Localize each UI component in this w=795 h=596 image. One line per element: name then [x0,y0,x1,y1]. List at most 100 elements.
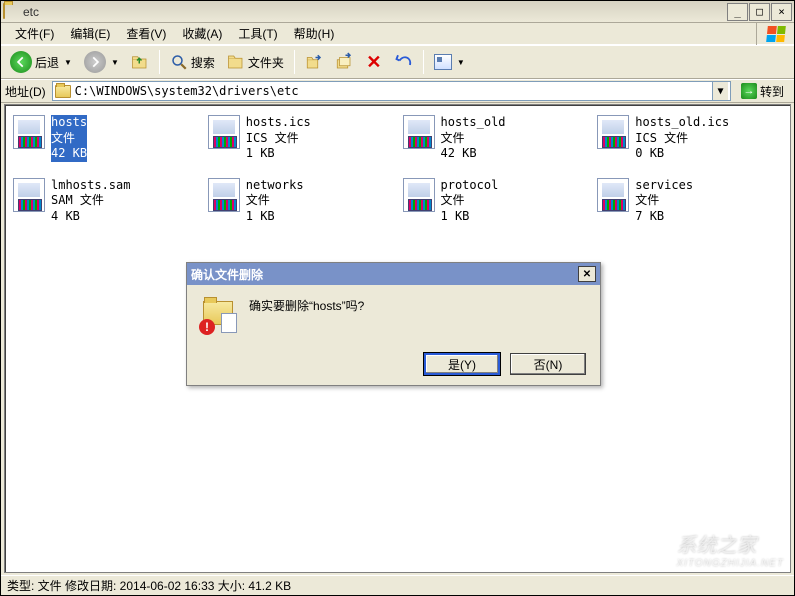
file-item[interactable]: protocol文件1 KB [403,178,588,225]
file-icon [208,115,240,149]
window-controls: _ □ × [726,3,792,21]
file-info: services文件7 KB [635,178,693,225]
close-button[interactable]: × [771,3,792,21]
file-type: 文件 [441,193,499,209]
dialog-close-button[interactable]: ✕ [578,266,596,282]
file-icon [403,115,435,149]
back-button[interactable]: 后退 ▼ [5,48,77,76]
menu-bar: 文件(F) 编辑(E) 查看(V) 收藏(A) 工具(T) 帮助(H) [1,23,794,45]
file-info: lmhosts.samSAM 文件4 KB [51,178,130,225]
delete-x-icon: ✕ [365,53,383,71]
window-title: etc [23,5,726,19]
undo-icon [395,53,413,71]
chevron-down-icon: ▼ [64,58,72,67]
file-icon [403,178,435,212]
file-type: 文件 [51,131,87,147]
menu-view[interactable]: 查看(V) [118,23,174,44]
file-name: hosts_old.ics [635,115,729,131]
move-to-button[interactable] [300,48,328,76]
file-type: 文件 [441,131,506,147]
minimize-button[interactable]: _ [727,3,748,21]
file-info: hosts文件42 KB [51,115,87,162]
menu-help[interactable]: 帮助(H) [286,23,343,44]
file-info: hosts_old文件42 KB [441,115,506,162]
file-type: ICS 文件 [246,131,311,147]
toolbar-separator [159,50,160,74]
file-name: protocol [441,178,499,194]
folder-up-icon [131,53,149,71]
folders-button[interactable]: 文件夹 [222,48,289,76]
status-text: 类型: 文件 修改日期: 2014-06-02 16:33 大小: 41.2 K… [7,577,291,594]
no-label: 否(N) [534,356,563,373]
chevron-down-icon: ▼ [457,58,465,67]
file-size: 0 KB [635,146,729,162]
title-bar: etc _ □ × [1,1,794,23]
file-size: 1 KB [246,209,304,225]
file-name: networks [246,178,304,194]
yes-label: 是(Y) [448,356,476,373]
back-arrow-icon [10,51,32,73]
folder-icon [55,85,71,98]
watermark-url: XITONGZHIJIA.NET [677,558,785,569]
search-label: 搜索 [191,54,215,71]
search-button[interactable]: 搜索 [165,48,220,76]
file-item[interactable]: hosts文件42 KB [13,115,198,162]
views-icon [434,54,452,70]
chevron-down-icon: ▼ [111,58,119,67]
status-bar: 类型: 文件 修改日期: 2014-06-02 16:33 大小: 41.2 K… [1,575,794,595]
file-type: 文件 [246,193,304,209]
file-size: 1 KB [441,209,499,225]
file-item[interactable]: hosts.icsICS 文件1 KB [208,115,393,162]
delete-button[interactable]: ✕ [360,48,388,76]
yes-button[interactable]: 是(Y) [424,353,500,375]
file-size: 1 KB [246,146,311,162]
menu-tools[interactable]: 工具(T) [230,23,285,44]
copy-to-button[interactable] [330,48,358,76]
address-path: C:\WINDOWS\system32\drivers\etc [75,84,299,98]
file-name: hosts [51,115,87,131]
no-button[interactable]: 否(N) [510,353,586,375]
copy-to-icon [335,53,353,71]
file-size: 42 KB [441,146,506,162]
watermark-brand: 系统之家 [677,535,757,557]
folders-icon [227,53,245,71]
dialog-title-bar[interactable]: 确认文件删除 ✕ [187,263,600,285]
dialog-message: 确实要删除“hosts”吗? [249,297,364,314]
views-button[interactable]: ▼ [429,48,470,76]
toolbar-separator [294,50,295,74]
go-arrow-icon: → [741,83,757,99]
file-info: hosts.icsICS 文件1 KB [246,115,311,162]
forward-button[interactable]: ▼ [79,48,124,76]
forward-arrow-icon [84,51,106,73]
dialog-title: 确认文件删除 [191,266,263,283]
address-dropdown-button[interactable]: ▼ [712,82,728,100]
maximize-button[interactable]: □ [749,3,770,21]
dialog-buttons: 是(Y) 否(N) [424,353,586,375]
confirm-delete-dialog: 确认文件删除 ✕ ! 确实要删除“hosts”吗? 是(Y) 否(N) [186,262,601,386]
file-name: services [635,178,693,194]
file-item[interactable]: services文件7 KB [597,178,782,225]
menu-favorites[interactable]: 收藏(A) [174,23,230,44]
file-size: 7 KB [635,209,693,225]
file-type: 文件 [635,193,693,209]
address-field[interactable]: C:\WINDOWS\system32\drivers\etc ▼ [52,81,731,101]
toolbar: 后退 ▼ ▼ 搜索 文件夹 ✕ [1,45,794,79]
undo-button[interactable] [390,48,418,76]
watermark: 系统之家 XITONGZHIJIA.NET [677,529,785,569]
move-to-icon [305,53,323,71]
menu-edit[interactable]: 编辑(E) [62,23,118,44]
file-info: networks文件1 KB [246,178,304,225]
go-button[interactable]: → 转到 [735,81,790,101]
up-folder-button[interactable] [126,48,154,76]
file-item[interactable]: networks文件1 KB [208,178,393,225]
folder-icon [3,4,19,20]
file-item[interactable]: lmhosts.samSAM 文件4 KB [13,178,198,225]
file-item[interactable]: hosts_old.icsICS 文件0 KB [597,115,782,162]
address-bar: 地址(D) C:\WINDOWS\system32\drivers\etc ▼ … [1,79,794,103]
file-info: protocol文件1 KB [441,178,499,225]
file-size: 4 KB [51,209,130,225]
menu-file[interactable]: 文件(F) [7,23,62,44]
file-item[interactable]: hosts_old文件42 KB [403,115,588,162]
file-size: 42 KB [51,146,87,162]
file-icon [597,115,629,149]
